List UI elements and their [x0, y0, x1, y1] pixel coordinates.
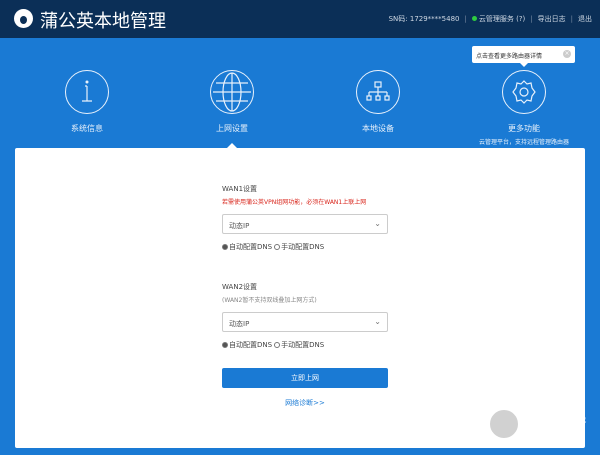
watermark-title: 路由器 — [526, 408, 586, 430]
nav-internet-settings[interactable]: 上网设置 — [182, 70, 282, 134]
globe-icon — [210, 70, 254, 114]
chevron-down-icon: ⌄ — [374, 317, 381, 326]
nav-system-info[interactable]: 系统信息 — [37, 70, 137, 134]
wan1-mode-value: 动态IP — [229, 222, 249, 230]
wan-form: WAN1设置 若需使用蒲公英VPN组网功能，必须在WAN1上联上网 动态IP⌄ … — [222, 184, 388, 408]
status-dot-icon — [472, 16, 477, 21]
divider: | — [571, 15, 573, 23]
tooltip-text: 点击查看更多路由器详情 — [476, 53, 542, 60]
nav-more-features[interactable]: 更多功能 云管理平台，支持远程管理路由器 — [474, 70, 574, 146]
radio-unchecked-icon — [274, 342, 280, 348]
wan1-title: WAN1设置 — [222, 184, 388, 194]
chevron-down-icon: ⌄ — [374, 219, 381, 228]
logout-link[interactable]: 退出 — [578, 14, 592, 24]
app-title: 蒲公英本地管理 — [40, 7, 166, 33]
cloud-service-link[interactable]: 云管理服务 (?) — [472, 14, 525, 24]
connect-now-button[interactable]: 立即上网 — [222, 368, 388, 388]
wan2-note: (WAN2暂不支持双线叠加上网方式) — [222, 295, 388, 304]
radio-checked-icon — [222, 244, 228, 250]
nav-local-devices[interactable]: 本地设备 — [328, 70, 428, 134]
tooltip: 点击查看更多路由器详情 × — [472, 46, 575, 63]
close-icon[interactable]: × — [563, 50, 571, 58]
serial-number: SN码: 1729****5480 — [389, 14, 460, 24]
export-log-link[interactable]: 导出日志 — [538, 14, 566, 24]
nav-label: 上网设置 — [182, 123, 282, 134]
network-diagnose-link[interactable]: 网络诊断>> — [222, 398, 388, 408]
network-icon — [356, 70, 400, 114]
wan2-dns-auto-radio[interactable]: 自动配置DNS — [222, 340, 272, 350]
wan1-dns-manual-radio[interactable]: 手动配置DNS — [274, 242, 324, 252]
radio-label: 自动配置DNS — [229, 243, 272, 251]
nav-label: 系统信息 — [37, 123, 137, 134]
logo-icon — [14, 9, 33, 28]
watermark: 路由器 luyouqi.com — [487, 407, 586, 441]
radio-label: 自动配置DNS — [229, 341, 272, 349]
info-icon — [65, 70, 109, 114]
nav-label: 本地设备 — [328, 123, 428, 134]
wan2-mode-value: 动态IP — [229, 320, 249, 328]
wan2-mode-select[interactable]: 动态IP ⌄ — [222, 312, 388, 332]
settings-panel: WAN1设置 若需使用蒲公英VPN组网功能，必须在WAN1上联上网 动态IP⌄ … — [15, 148, 585, 448]
radio-label: 手动配置DNS — [281, 341, 324, 349]
divider: | — [465, 15, 467, 23]
gear-icon — [502, 70, 546, 114]
nav-label: 更多功能 — [474, 123, 574, 134]
top-header: 蒲公英本地管理 SN码: 1729****5480 | 云管理服务 (?) | … — [0, 0, 600, 38]
radio-checked-icon — [222, 342, 228, 348]
radio-label: 手动配置DNS — [281, 243, 324, 251]
wan2-title: WAN2设置 — [222, 282, 388, 292]
wan1-mode-select[interactable]: 动态IP ⌄ — [222, 214, 388, 234]
wan2-dns-manual-radio[interactable]: 手动配置DNS — [274, 340, 324, 350]
wan1-dns-auto-radio[interactable]: 自动配置DNS — [222, 242, 272, 252]
radio-unchecked-icon — [274, 244, 280, 250]
divider: | — [530, 15, 532, 23]
wan1-warning: 若需使用蒲公英VPN组网功能，必须在WAN1上联上网 — [222, 197, 388, 206]
watermark-logo-icon — [487, 407, 521, 441]
nav-subtitle: 云管理平台，支持远程管理路由器 — [474, 137, 574, 146]
watermark-url: luyouqi.com — [526, 430, 586, 440]
cloud-service-label: 云管理服务 (?) — [479, 15, 525, 23]
